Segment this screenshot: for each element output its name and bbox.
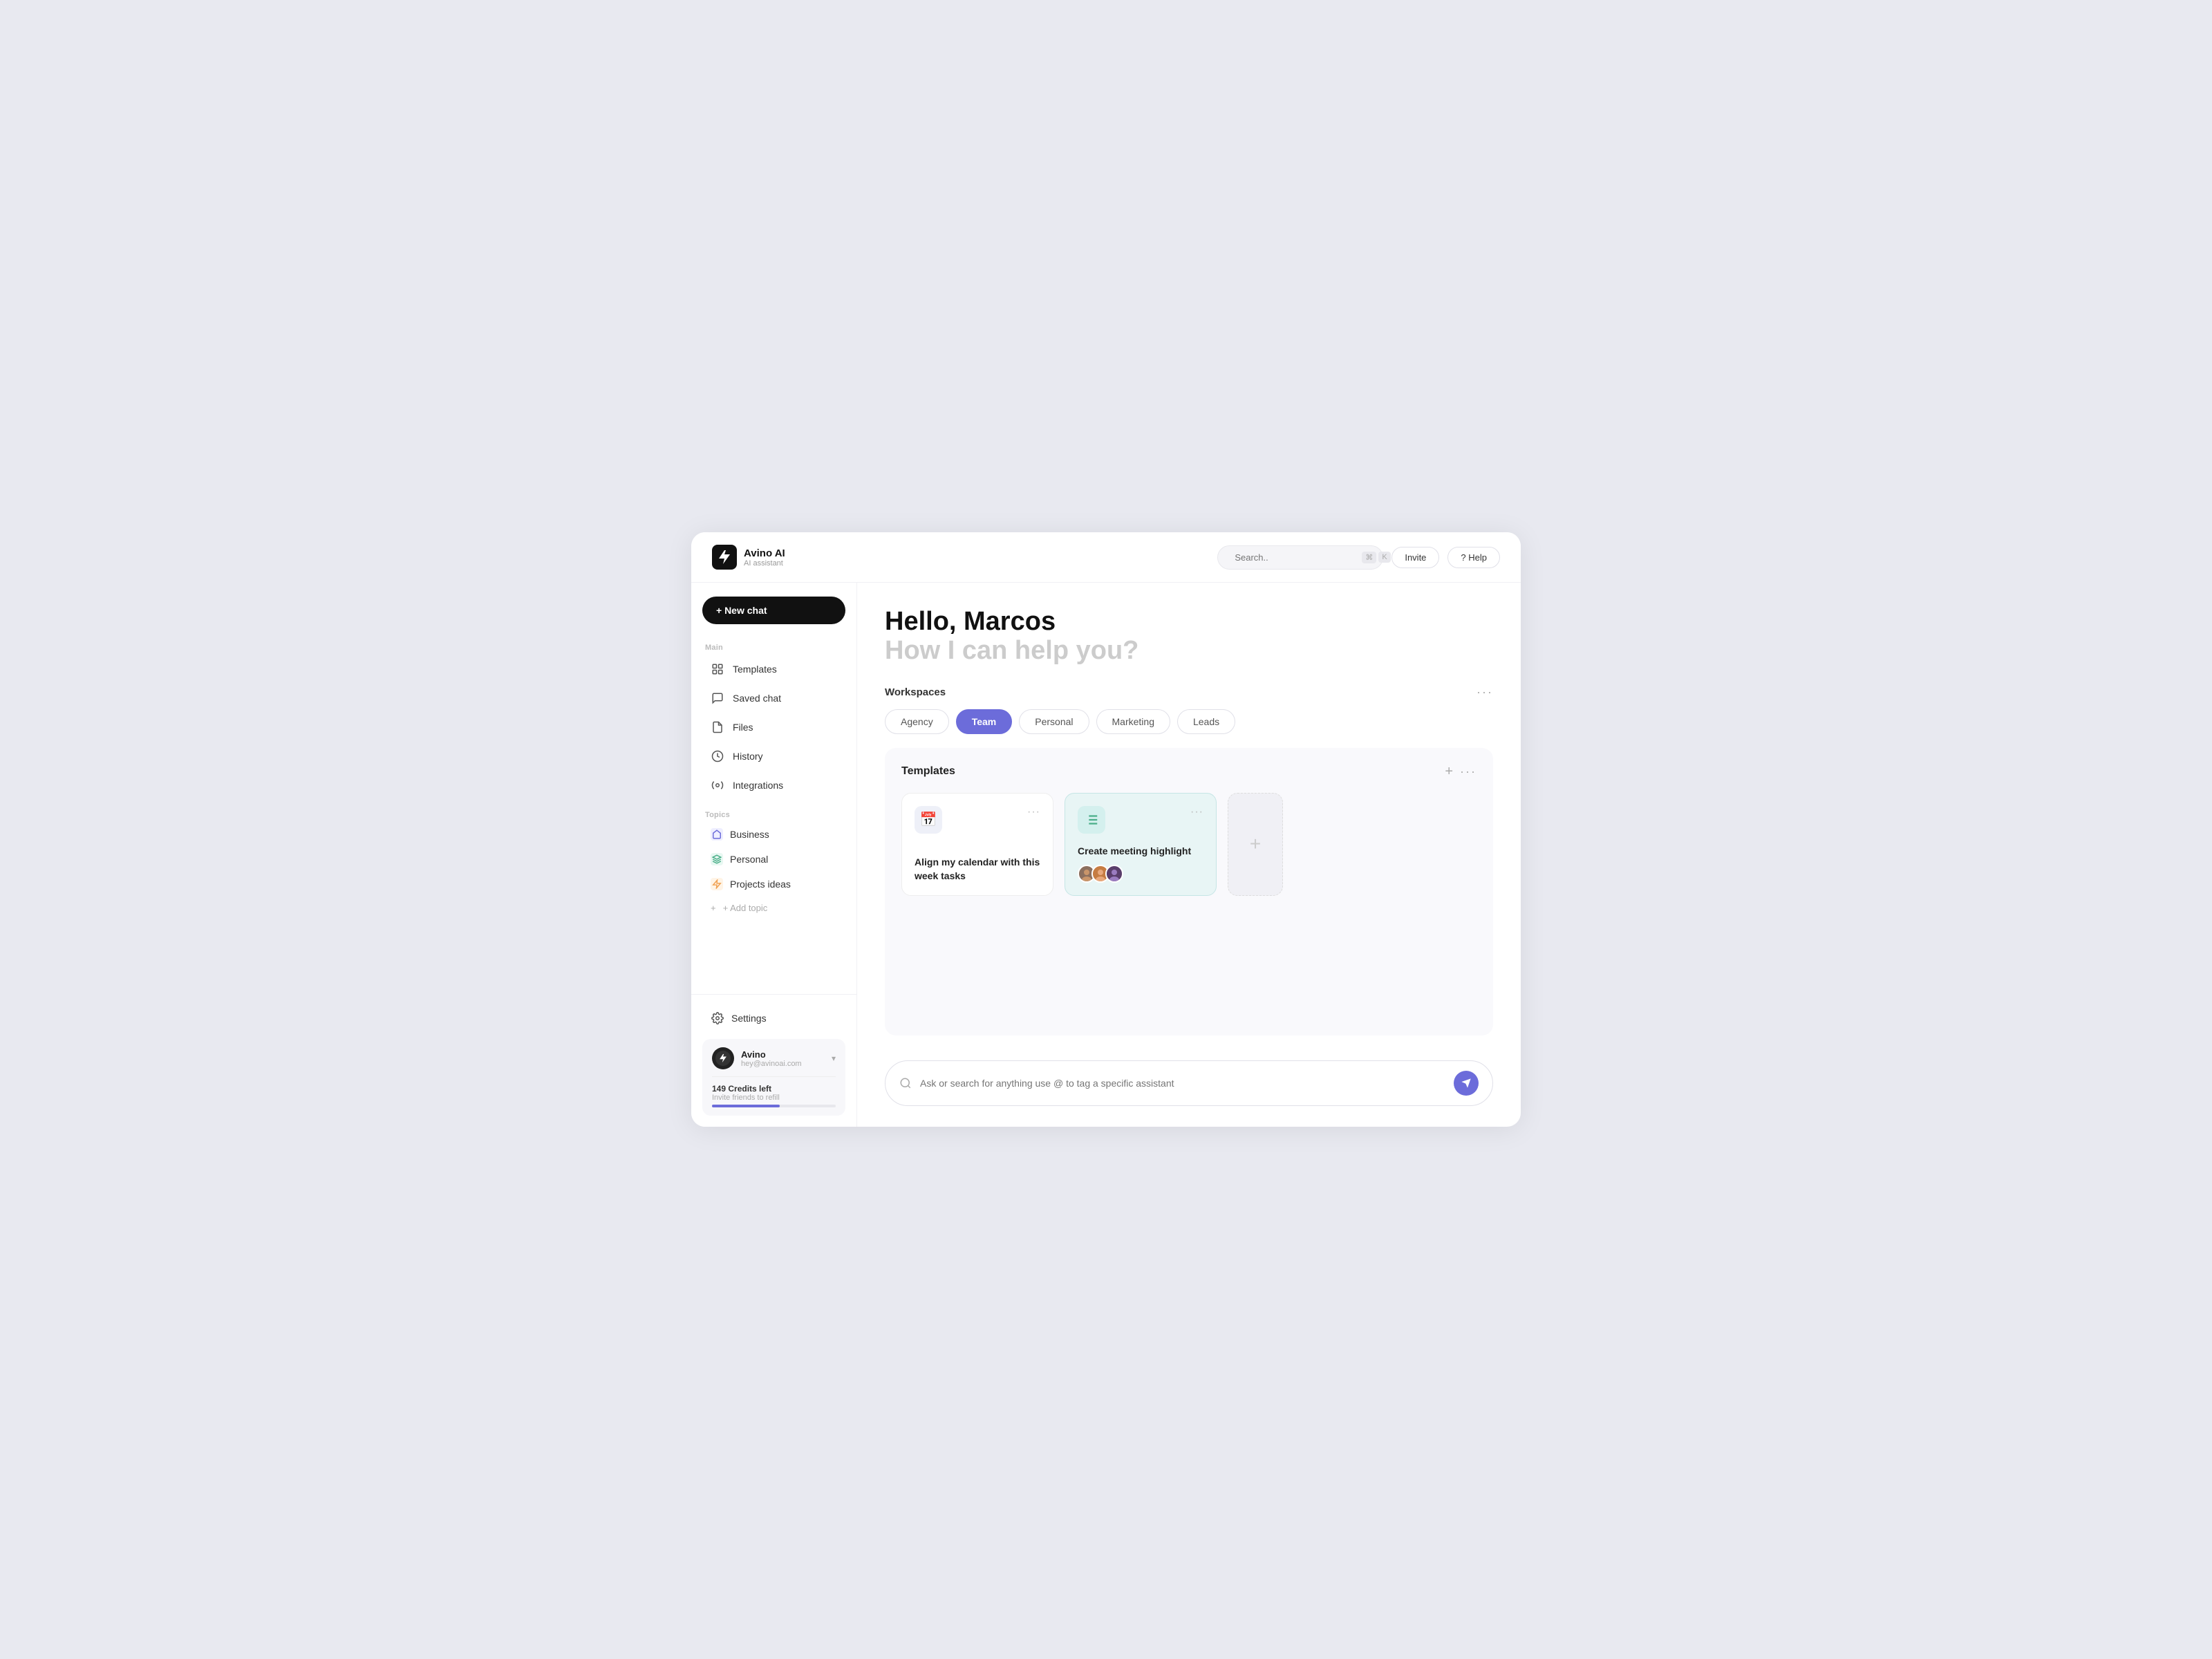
topic-business-label: Business bbox=[730, 829, 769, 840]
k-key: K bbox=[1378, 552, 1390, 563]
topic-personal-label: Personal bbox=[730, 854, 768, 865]
history-icon bbox=[711, 749, 724, 763]
workspaces-title: Workspaces bbox=[885, 686, 946, 698]
add-template-card-icon: + bbox=[1250, 833, 1261, 855]
brand-logo-icon bbox=[712, 545, 737, 570]
help-button[interactable]: ? Help bbox=[1447, 547, 1500, 568]
settings-icon bbox=[711, 1011, 724, 1025]
credits-sub: Invite friends to refill bbox=[712, 1094, 836, 1102]
greeting-hello: Hello, Marcos bbox=[885, 608, 1493, 637]
main-content: Hello, Marcos How I can help you? Worksp… bbox=[857, 583, 1521, 1127]
files-icon bbox=[711, 720, 724, 734]
topic-projects-ideas[interactable]: Projects ideas bbox=[697, 872, 851, 896]
new-chat-button[interactable]: + New chat bbox=[702, 597, 845, 624]
templates-grid: 📅 ··· Align my calendar with this week t… bbox=[901, 793, 1477, 897]
sidebar-item-templates[interactable]: Templates bbox=[697, 655, 851, 683]
invite-button[interactable]: Invite bbox=[1391, 547, 1439, 568]
user-card: Avino hey@avinoai.com ▾ 149 Credits left… bbox=[702, 1039, 845, 1116]
templates-card: Templates + ··· 📅 ··· Align my calendar … bbox=[885, 748, 1493, 1035]
chevron-down-icon[interactable]: ▾ bbox=[832, 1053, 836, 1063]
top-bar: Avino AI AI assistant ⌘ K Invite ? Help bbox=[691, 532, 1521, 583]
search-bar[interactable]: ⌘ K bbox=[1217, 545, 1383, 570]
workspace-tab-leads[interactable]: Leads bbox=[1177, 709, 1235, 734]
template-menu-icon[interactable]: ··· bbox=[1027, 806, 1040, 818]
app-shell: Avino AI AI assistant ⌘ K Invite ? Help … bbox=[691, 532, 1521, 1127]
add-topic-label: + Add topic bbox=[723, 903, 768, 913]
workspace-tab-marketing[interactable]: Marketing bbox=[1096, 709, 1170, 734]
topic-projects-ideas-label: Projects ideas bbox=[730, 879, 791, 890]
chat-input[interactable] bbox=[920, 1078, 1445, 1089]
main-section-label: Main bbox=[691, 638, 856, 655]
topics-section-label: Topics bbox=[691, 805, 856, 822]
template-meeting-menu-icon[interactable]: ··· bbox=[1190, 806, 1203, 818]
workspaces-more-button[interactable]: ··· bbox=[1477, 685, 1493, 700]
chat-input-box bbox=[885, 1060, 1493, 1106]
greeting-sub: How I can help you? bbox=[885, 637, 1493, 666]
workspace-tab-agency[interactable]: Agency bbox=[885, 709, 949, 734]
add-topic-icon: + bbox=[711, 903, 716, 913]
user-email: hey@avinoai.com bbox=[741, 1060, 825, 1068]
credits-label: 149 Credits left bbox=[712, 1084, 836, 1094]
integrations-label: Integrations bbox=[733, 780, 783, 791]
sidebar: + New chat Main Templates Saved chat Fil… bbox=[691, 583, 857, 1127]
meeting-icon bbox=[1078, 806, 1105, 834]
sidebar-bottom: Settings Avino hey@avinoai.com bbox=[691, 994, 856, 1127]
send-icon bbox=[1461, 1078, 1472, 1089]
sidebar-item-settings[interactable]: Settings bbox=[702, 1006, 845, 1031]
template-card-avatars bbox=[1078, 865, 1203, 883]
add-template-card[interactable]: + bbox=[1228, 793, 1283, 897]
sidebar-item-integrations[interactable]: Integrations bbox=[697, 771, 851, 799]
template-card-title-meeting: Create meeting highlight bbox=[1078, 845, 1203, 859]
brand: Avino AI AI assistant bbox=[712, 545, 785, 570]
credits-row: 149 Credits left Invite friends to refil… bbox=[712, 1076, 836, 1107]
avatar bbox=[712, 1047, 734, 1069]
chat-input-area bbox=[885, 1060, 1493, 1106]
chat-search-icon bbox=[899, 1077, 912, 1089]
greeting-section: Hello, Marcos How I can help you? bbox=[885, 608, 1493, 666]
send-button[interactable] bbox=[1454, 1071, 1479, 1096]
cmd-key: ⌘ bbox=[1362, 552, 1376, 563]
integrations-icon bbox=[711, 778, 724, 792]
topic-personal[interactable]: Personal bbox=[697, 847, 851, 871]
topic-business[interactable]: Business bbox=[697, 823, 851, 846]
templates-more-button[interactable]: ··· bbox=[1460, 765, 1477, 779]
top-bar-right: ⌘ K Invite ? Help bbox=[1217, 545, 1500, 570]
workspaces-section: Workspaces ··· Agency Team Personal Mark… bbox=[885, 685, 1493, 734]
credits-bar bbox=[712, 1105, 836, 1107]
settings-label: Settings bbox=[731, 1013, 767, 1024]
template-card-meeting[interactable]: ··· Create meeting highlight bbox=[1065, 793, 1217, 897]
history-label: History bbox=[733, 751, 763, 762]
saved-chat-label: Saved chat bbox=[733, 693, 781, 704]
files-label: Files bbox=[733, 722, 753, 733]
template-card-title-calendar: Align my calendar with this week tasks bbox=[915, 856, 1040, 883]
add-topic-button[interactable]: + + Add topic bbox=[697, 897, 851, 919]
brand-name: Avino AI bbox=[744, 547, 785, 559]
sidebar-item-saved-chat[interactable]: Saved chat bbox=[697, 684, 851, 712]
template-card-calendar[interactable]: 📅 ··· Align my calendar with this week t… bbox=[901, 793, 1053, 897]
calendar-icon: 📅 bbox=[915, 806, 942, 834]
search-input[interactable] bbox=[1235, 552, 1356, 563]
avatar-3 bbox=[1105, 865, 1123, 883]
workspace-tabs: Agency Team Personal Marketing Leads bbox=[885, 709, 1493, 734]
sidebar-item-history[interactable]: History bbox=[697, 742, 851, 770]
user-name: Avino bbox=[741, 1049, 825, 1060]
brand-subtitle: AI assistant bbox=[744, 559, 785, 568]
workspace-tab-personal[interactable]: Personal bbox=[1019, 709, 1089, 734]
templates-icon bbox=[711, 662, 724, 676]
workspace-tab-team[interactable]: Team bbox=[956, 709, 1013, 734]
sidebar-item-files[interactable]: Files bbox=[697, 713, 851, 741]
body: + New chat Main Templates Saved chat Fil… bbox=[691, 583, 1521, 1127]
templates-label: Templates bbox=[733, 664, 777, 675]
saved-chat-icon bbox=[711, 691, 724, 705]
add-template-button[interactable]: + bbox=[1445, 765, 1453, 778]
credits-bar-fill bbox=[712, 1105, 780, 1107]
templates-section-title: Templates bbox=[901, 765, 955, 778]
